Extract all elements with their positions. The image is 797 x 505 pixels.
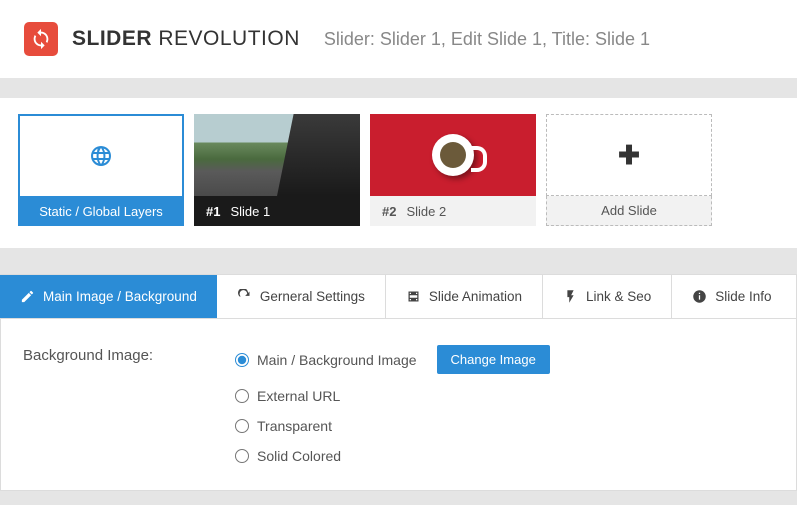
- slide-title: Slide 1: [230, 204, 270, 219]
- brand-title: SLIDER REVOLUTION: [72, 27, 300, 51]
- radio-solid-input[interactable]: [235, 449, 249, 463]
- globe-icon: [89, 144, 113, 168]
- slide-1-thumb: [194, 114, 360, 196]
- radio-solid-colored[interactable]: Solid Colored: [235, 448, 550, 464]
- refresh-icon: [237, 289, 252, 304]
- background-image-label: Background Image:: [23, 345, 235, 364]
- tab-link-seo[interactable]: Link & Seo: [543, 275, 672, 318]
- info-icon: [692, 289, 707, 304]
- background-radio-group: Main / Background Image Change Image Ext…: [235, 345, 550, 464]
- static-layers-card[interactable]: Static / Global Layers: [18, 114, 184, 226]
- settings-tabs: Main Image / Background Gerneral Setting…: [0, 274, 797, 319]
- radio-transparent-input[interactable]: [235, 419, 249, 433]
- radio-label: Transparent: [257, 418, 332, 434]
- radio-external-input[interactable]: [235, 389, 249, 403]
- slide-2-thumb: [370, 114, 536, 196]
- slide-title: Slide 2: [406, 204, 446, 219]
- slide-2-label: #2 Slide 2: [370, 196, 536, 226]
- slides-panel: Static / Global Layers #1 Slide 1 #2 Sli…: [0, 98, 797, 248]
- slide-card-1[interactable]: #1 Slide 1: [194, 114, 360, 226]
- radio-label: Solid Colored: [257, 448, 341, 464]
- app-header: SLIDER REVOLUTION Slider: Slider 1, Edit…: [0, 0, 797, 78]
- tab-general-settings[interactable]: Gerneral Settings: [217, 275, 386, 318]
- radio-label: Main / Background Image: [257, 352, 417, 368]
- plus-icon: ✚: [618, 140, 640, 171]
- tab-slide-animation[interactable]: Slide Animation: [386, 275, 543, 318]
- add-slide-card[interactable]: ✚ Add Slide: [546, 114, 712, 226]
- film-icon: [406, 289, 421, 304]
- tab-slide-info[interactable]: Slide Info: [672, 275, 791, 318]
- slide-number: #2: [382, 204, 396, 219]
- static-thumb: [18, 114, 184, 196]
- tab-label: Link & Seo: [586, 289, 651, 304]
- static-layers-label: Static / Global Layers: [18, 196, 184, 226]
- add-slide-label: Add Slide: [546, 196, 712, 226]
- radio-transparent[interactable]: Transparent: [235, 418, 550, 434]
- tab-label: Slide Animation: [429, 289, 522, 304]
- radio-main-input[interactable]: [235, 353, 249, 367]
- bolt-icon: [563, 289, 578, 304]
- slide-card-2[interactable]: #2 Slide 2: [370, 114, 536, 226]
- logo-icon: [24, 22, 58, 56]
- tab-main-image[interactable]: Main Image / Background: [0, 275, 217, 318]
- slide-number: #1: [206, 204, 220, 219]
- change-image-button[interactable]: Change Image: [437, 345, 550, 374]
- tab-label: Main Image / Background: [43, 289, 197, 304]
- tab-label: Slide Info: [715, 289, 771, 304]
- radio-label: External URL: [257, 388, 340, 404]
- add-slide-thumb: ✚: [546, 114, 712, 196]
- slide-1-label: #1 Slide 1: [194, 196, 360, 226]
- breadcrumb: Slider: Slider 1, Edit Slide 1, Title: S…: [324, 29, 650, 50]
- radio-external-url[interactable]: External URL: [235, 388, 550, 404]
- pencil-icon: [20, 289, 35, 304]
- tab-label: Gerneral Settings: [260, 289, 365, 304]
- background-settings-panel: Background Image: Main / Background Imag…: [0, 319, 797, 491]
- radio-main-image[interactable]: Main / Background Image Change Image: [235, 345, 550, 374]
